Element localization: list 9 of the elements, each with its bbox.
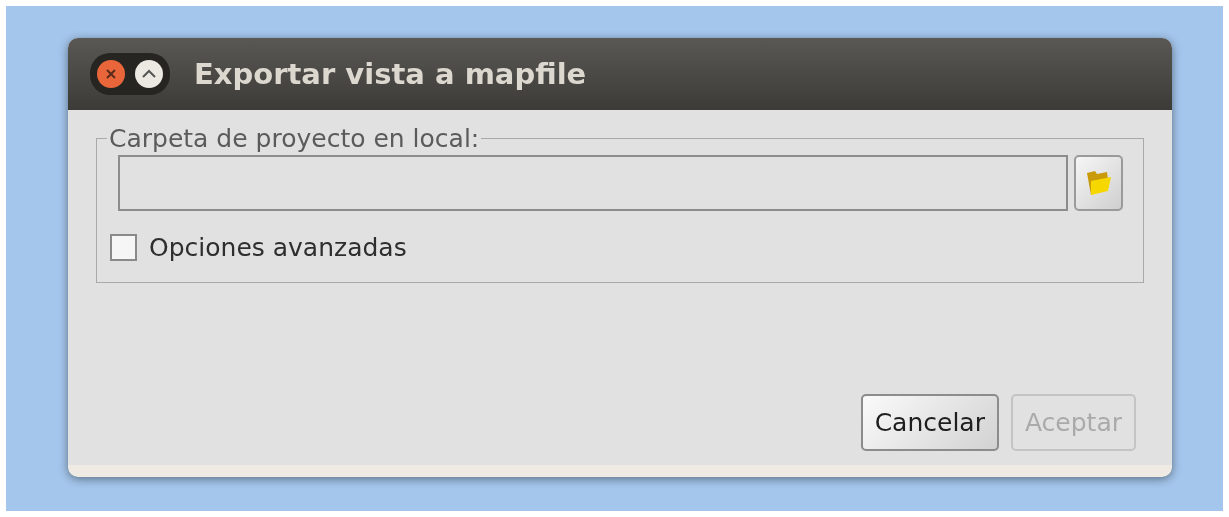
maximize-icon[interactable] [134, 59, 164, 89]
advanced-options-checkbox[interactable] [110, 234, 137, 261]
cancel-button[interactable]: Cancelar [860, 394, 999, 451]
folder-path-field[interactable] [118, 155, 1068, 211]
checkbox-label: Opciones avanzadas [149, 233, 407, 262]
group-legend: Carpeta de proyecto en local: [107, 124, 482, 153]
window-title: Exportar vista a mapfile [194, 57, 587, 91]
close-icon[interactable] [96, 59, 126, 89]
browse-folder-button[interactable] [1074, 155, 1123, 211]
